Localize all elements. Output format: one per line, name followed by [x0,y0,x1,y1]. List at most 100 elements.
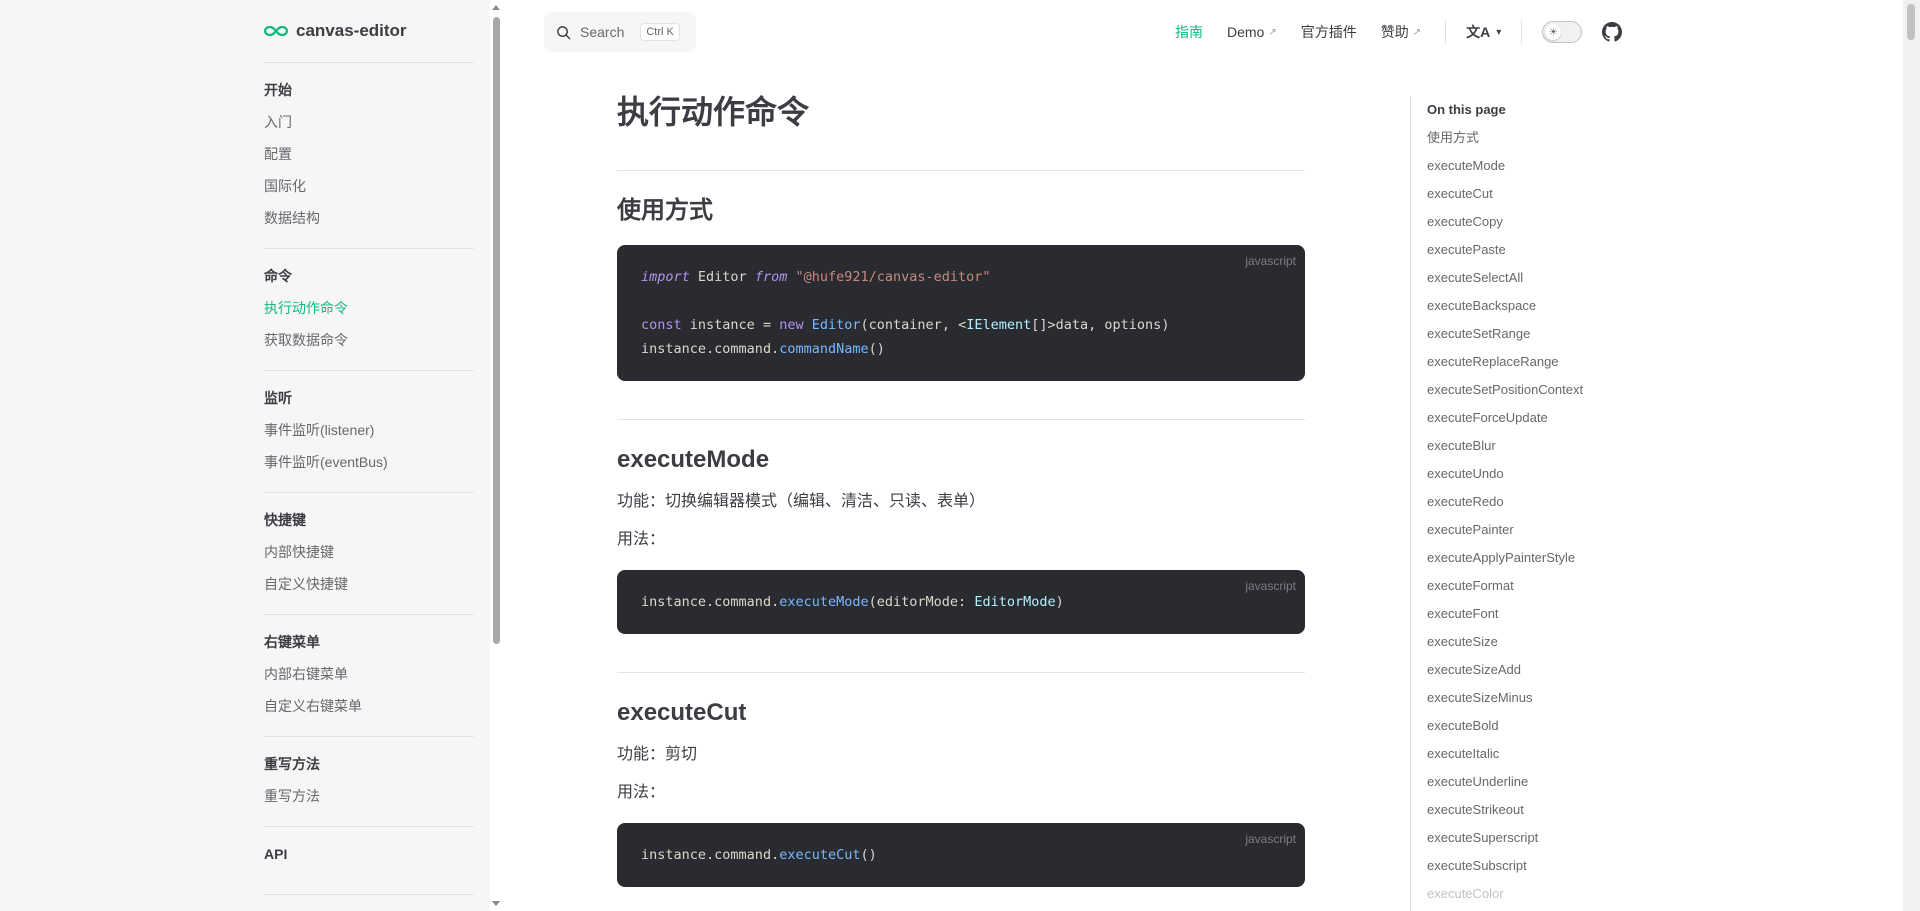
nav-link[interactable]: 官方插件 [1301,22,1357,42]
nav-link[interactable]: 赞助 ↗ [1381,22,1421,42]
nav-link[interactable]: 指南 [1175,22,1203,42]
section-execute-cut: executeCut 功能：剪切 用法： javascript instance… [617,672,1305,887]
sidebar-group: 快捷键内部快捷键自定义快捷键 [264,493,474,615]
outline-item[interactable]: executeSizeAdd [1427,656,1640,684]
brand-name: canvas-editor [296,21,407,40]
nav-link-label: 指南 [1175,24,1203,40]
sidebar-inner: canvas-editor 开始 入门 配置 国际化 数据结构 命令 执行动作命令 获取数据命… [264,0,474,895]
sidebar-group: 监听事件监听(listener) 事件监听(eventBus) [264,371,474,493]
nav-divider [1445,20,1447,44]
code-block: javascript import Editor from "@hufe921/… [617,245,1305,381]
sidebar-scroll-thumb[interactable] [493,17,500,644]
github-icon[interactable] [1602,22,1623,42]
sidebar-group: 命令 执行动作命令 获取数据命令 [264,249,474,371]
nav-link-holder: 指南 Demo ↗ 官方插件 赞助 ↗ [1175,22,1445,42]
page-scrollbar[interactable] [1903,0,1920,911]
code-block: javascript instance.command.executeCut() [617,823,1305,887]
outline-item[interactable]: executePaste [1427,236,1640,264]
outline-item[interactable]: executeSetPositionContext [1427,376,1640,404]
sidebar-group-title: 快捷键 [264,512,306,528]
usage-label: 用法： [617,531,666,548]
page-title: 执行动作命令 [617,94,810,130]
outline-item[interactable]: executeSize [1427,628,1640,656]
top-nav: Search Ctrl K 指南 Demo ↗ 官方插件 赞助 ↗ 文A ▾ ☀ [503,0,1903,64]
sidebar-item[interactable]: 获取数据命令 [264,329,474,351]
outline-item[interactable]: executeCopy [1427,208,1640,236]
sidebar-item[interactable]: 重写方法 [264,785,474,807]
page-outline: On this page 使用方式 executeMode executeCut ex… [1410,96,1640,911]
sidebar-item[interactable]: 事件监听(eventBus) [264,451,474,473]
nav-links: 指南 Demo ↗ 官方插件 赞助 ↗ 文A ▾ ☀ [1175,0,1623,64]
sidebar-item[interactable]: 自定义右键菜单 [264,695,474,717]
sidebar-item[interactable]: 配置 [264,143,474,165]
sidebar-item[interactable]: 内部右键菜单 [264,663,474,685]
sidebar-group-title: 重写方法 [264,756,320,772]
code-block: javascript instance.command.executeMode(… [617,570,1305,634]
outline-item[interactable]: executeBold [1427,712,1640,740]
usage-label: 用法： [617,784,666,801]
section-description: 功能：切换编辑器模式（编辑、清洁、只读、表单） [617,493,986,510]
nav-link-label: Demo [1227,24,1265,40]
sidebar-group-title: API [264,846,288,862]
brand[interactable]: canvas-editor [264,0,474,63]
sidebar-item[interactable]: 入门 [264,111,474,133]
code-line: import Editor from "@hufe921/canvas-edit… [641,269,991,285]
section-heading: 使用方式 [617,197,713,224]
doc-content: 执行动作命令 使用方式 javascript import Editor fro… [617,64,1305,887]
search-icon [557,25,571,39]
outline-item[interactable]: executeStrikeout [1427,796,1640,824]
page-scroll-thumb[interactable] [1907,4,1915,40]
nav-link-label: 赞助 [1380,24,1409,40]
outline-item[interactable]: executeRedo [1427,488,1640,516]
sidebar-item[interactable]: 自定义快捷键 [264,573,474,595]
outline-item[interactable]: executeSizeMinus [1427,684,1640,712]
sidebar-item[interactable]: 执行动作命令 [264,297,474,319]
outline-item[interactable]: executeMode [1427,152,1640,180]
outline-item[interactable]: executeSetRange [1427,320,1640,348]
code-lang-label: javascript [1245,579,1296,593]
outline-item[interactable]: executeFormat [1427,572,1640,600]
sidebar-scrollbar[interactable] [490,0,503,911]
outline-item[interactable]: executeBackspace [1427,292,1640,320]
scroll-up-arrow-icon[interactable] [492,5,500,10]
search-button[interactable]: Search Ctrl K [544,12,696,52]
sidebar: canvas-editor 开始 入门 配置 国际化 数据结构 命令 执行动作命令 获取数据命… [0,0,490,911]
outline-items: 使用方式 executeMode executeCut executeCopy exec… [1427,124,1640,908]
translate-button[interactable]: 文A ▾ [1466,22,1501,42]
sidebar-item[interactable]: 内部快捷键 [264,541,474,563]
outline-item[interactable]: executeCut [1427,180,1640,208]
code-lang-label: javascript [1245,254,1296,268]
outline-item[interactable]: executePainter [1427,516,1640,544]
code-line: const instance = new Editor(container, <… [641,317,1170,333]
nav-link-label: 官方插件 [1300,24,1357,40]
outline-item[interactable]: executeItalic [1427,740,1640,768]
translate-icon: 文A [1466,24,1491,40]
search-label: Search [580,24,625,40]
outline-item[interactable]: executeApplyPainterStyle [1427,544,1640,572]
outline-item[interactable]: executeSelectAll [1427,264,1640,292]
outline-item[interactable]: executeSubscript [1427,852,1640,880]
outline-item[interactable]: executeBlur [1427,432,1640,460]
outline-item[interactable]: executeReplaceRange [1427,348,1640,376]
sidebar-group-title: 监听 [264,390,292,406]
theme-toggle[interactable]: ☀ [1542,21,1583,43]
outline-item[interactable]: executeFont [1427,600,1640,628]
external-link-icon: ↗ [1412,26,1422,38]
outline-item[interactable]: 使用方式 [1427,124,1640,152]
sidebar-item[interactable]: 事件监听(listener) [264,419,474,441]
sidebar-group: 重写方法 重写方法 [264,737,474,827]
search-shortcut: Ctrl K [640,23,680,41]
outline-item[interactable]: executeUnderline [1427,768,1640,796]
nav-link[interactable]: Demo ↗ [1227,24,1277,40]
outline-item[interactable]: executeForceUpdate [1427,404,1640,432]
scroll-down-arrow-icon[interactable] [492,901,500,906]
sidebar-groups: 开始 入门 配置 国际化 数据结构 命令 执行动作命令 获取数据命令 监听 事件监听(listen… [264,63,474,895]
sidebar-item[interactable]: 国际化 [264,175,474,197]
sidebar-item[interactable]: 数据结构 [264,207,474,229]
outline-item[interactable]: executeColor [1427,880,1640,908]
outline-item[interactable]: executeUndo [1427,460,1640,488]
outline-item[interactable]: executeSuperscript [1427,824,1640,852]
section-description: 功能：剪切 [617,746,698,763]
sidebar-group: 开始 入门 配置 国际化 数据结构 [264,63,474,249]
code-line: instance.command.executeMode(editorMode:… [641,594,1064,610]
